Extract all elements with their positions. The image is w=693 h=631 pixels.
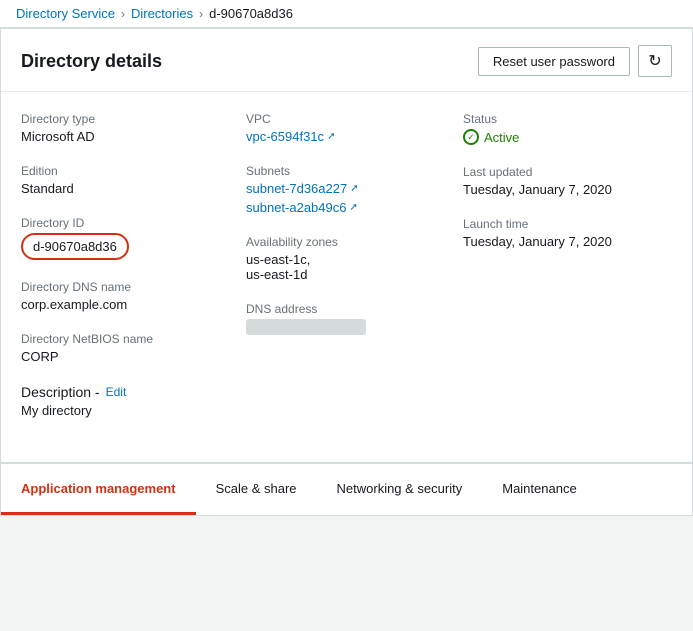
- directory-type-item: Directory type Microsoft AD: [21, 112, 214, 144]
- availability-zone-2-value: us-east-1d: [246, 267, 431, 282]
- directory-id-item: Directory ID d-90670a8d36: [21, 216, 214, 260]
- details-grid: Directory type Microsoft AD Edition Stan…: [1, 92, 692, 462]
- directory-netbios-value: CORP: [21, 349, 214, 364]
- status-text: Active: [484, 130, 519, 145]
- directory-id-value: d-90670a8d36: [21, 233, 129, 260]
- description-label-row: Description - Edit: [21, 384, 214, 400]
- subnet-2-external-icon: ➚: [349, 202, 357, 213]
- tab-application-management[interactable]: Application management: [1, 463, 196, 515]
- breadcrumb-sep-2: ›: [199, 7, 203, 21]
- tab-maintenance[interactable]: Maintenance: [482, 463, 596, 515]
- subnets-item: Subnets subnet-7d36a227 ➚ subnet-a2ab49c…: [246, 164, 431, 215]
- directory-id-label: Directory ID: [21, 216, 214, 230]
- status-check-icon: ✓: [463, 129, 479, 145]
- vpc-value: vpc-6594f31c ➚: [246, 129, 431, 144]
- directory-netbios-label: Directory NetBIOS name: [21, 332, 214, 346]
- subnet-1-external-icon: ➚: [350, 183, 358, 194]
- description-item: Description - Edit My directory: [21, 384, 214, 418]
- subnet-2-link[interactable]: subnet-a2ab49c6 ➚: [246, 200, 358, 215]
- description-edit-link[interactable]: Edit: [106, 385, 127, 399]
- status-label: Status: [463, 112, 648, 126]
- breadcrumb: Directory Service › Directories › d-9067…: [0, 0, 693, 28]
- subnet-1-link[interactable]: subnet-7d36a227 ➚: [246, 181, 359, 196]
- dns-address-label: DNS address: [246, 302, 431, 316]
- vpc-label: VPC: [246, 112, 431, 126]
- subnet-2-value: subnet-a2ab49c6 ➚: [246, 200, 431, 215]
- availability-zone-1-value: us-east-1c,: [246, 252, 431, 267]
- status-value: ✓ Active: [463, 129, 648, 145]
- breadcrumb-sep-1: ›: [121, 7, 125, 21]
- description-value: My directory: [21, 403, 214, 418]
- last-updated-value: Tuesday, January 7, 2020: [463, 182, 648, 197]
- status-item: Status ✓ Active: [463, 112, 648, 145]
- edition-item: Edition Standard: [21, 164, 214, 196]
- launch-time-label: Launch time: [463, 217, 648, 231]
- edition-label: Edition: [21, 164, 214, 178]
- directory-netbios-item: Directory NetBIOS name CORP: [21, 332, 214, 364]
- page-title: Directory details: [21, 51, 162, 72]
- vpc-link[interactable]: vpc-6594f31c ➚: [246, 129, 335, 144]
- tab-scale-share[interactable]: Scale & share: [196, 463, 317, 515]
- detail-col-3: Status ✓ Active Last updated Tuesday, Ja…: [455, 112, 672, 438]
- breadcrumb-link-directory-service[interactable]: Directory Service: [16, 6, 115, 21]
- directory-type-value: Microsoft AD: [21, 129, 214, 144]
- dns-address-item: DNS address: [246, 302, 431, 335]
- subnets-label: Subnets: [246, 164, 431, 178]
- last-updated-item: Last updated Tuesday, January 7, 2020: [463, 165, 648, 197]
- vpc-item: VPC vpc-6594f31c ➚: [246, 112, 431, 144]
- dns-address-value: [246, 319, 431, 335]
- detail-col-1: Directory type Microsoft AD Edition Stan…: [21, 112, 238, 438]
- subnet-1-value: subnet-7d36a227 ➚: [246, 181, 431, 196]
- availability-zones-item: Availability zones us-east-1c, us-east-1…: [246, 235, 431, 282]
- vpc-external-icon: ➚: [327, 131, 335, 142]
- dns-address-blurred: [246, 319, 366, 335]
- launch-time-value: Tuesday, January 7, 2020: [463, 234, 648, 249]
- directory-dns-name-value: corp.example.com: [21, 297, 214, 312]
- directory-dns-name-label: Directory DNS name: [21, 280, 214, 294]
- description-label: Description -: [21, 384, 100, 400]
- tabs-bar: Application management Scale & share Net…: [1, 463, 692, 515]
- refresh-button[interactable]: ↻: [638, 45, 672, 77]
- edition-value: Standard: [21, 181, 214, 196]
- refresh-icon: ↻: [648, 51, 661, 71]
- directory-dns-name-item: Directory DNS name corp.example.com: [21, 280, 214, 312]
- last-updated-label: Last updated: [463, 165, 648, 179]
- breadcrumb-link-directories[interactable]: Directories: [131, 6, 193, 21]
- detail-col-2: VPC vpc-6594f31c ➚ Subnets subnet-7d36a2…: [238, 112, 455, 438]
- tab-networking-security[interactable]: Networking & security: [317, 463, 483, 515]
- main-content: Directory details Reset user password ↻ …: [0, 28, 693, 516]
- directory-type-label: Directory type: [21, 112, 214, 126]
- availability-zones-label: Availability zones: [246, 235, 431, 249]
- launch-time-item: Launch time Tuesday, January 7, 2020: [463, 217, 648, 249]
- reset-user-password-button[interactable]: Reset user password: [478, 47, 630, 76]
- header-actions: Reset user password ↻: [478, 45, 672, 77]
- breadcrumb-current: d-90670a8d36: [209, 6, 293, 21]
- detail-header: Directory details Reset user password ↻: [1, 29, 692, 92]
